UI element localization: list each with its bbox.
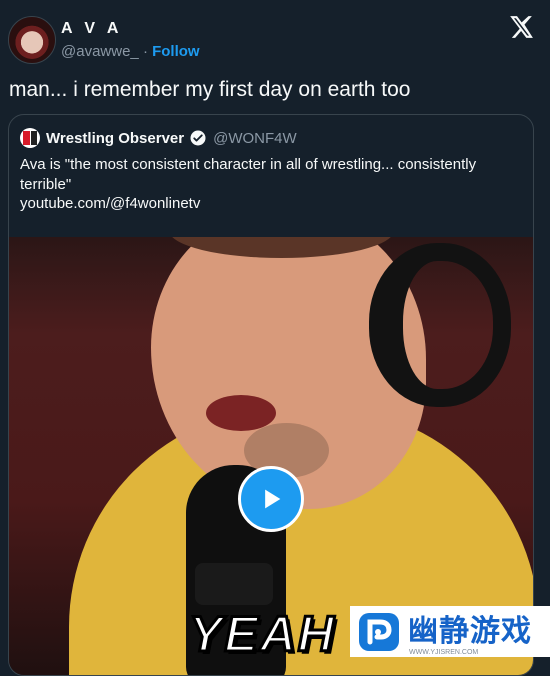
quoted-tweet-card[interactable]: Wrestling Observer @WONF4W Ava is "the m… [8, 114, 534, 676]
quoted-author-handle[interactable]: @WONF4W [213, 130, 297, 147]
author-avatar[interactable] [8, 16, 56, 64]
tweet-header: A V A @avawwe_ · Follow [0, 0, 550, 70]
x-logo-icon[interactable] [508, 14, 534, 40]
play-button[interactable] [238, 466, 304, 532]
author-handle[interactable]: @avawwe_ [61, 43, 139, 60]
author-handle-row: @avawwe_ · Follow [61, 43, 200, 60]
watermark: 幽静游戏 WWW.YJISREN.COM [350, 606, 550, 657]
tweet-text: man... i remember my first day on earth … [9, 78, 411, 101]
separator: · [142, 43, 148, 60]
quoted-tweet-text: Ava is "the most consistent character in… [20, 156, 477, 193]
watermark-text: 幽静游戏 [408, 614, 532, 648]
verified-badge-icon [190, 130, 206, 146]
wrestling-observer-logo-icon [20, 128, 40, 148]
microphone-band [195, 563, 273, 605]
video-caption: YEAH [188, 606, 336, 662]
watermark-url: WWW.YJISREN.COM [409, 649, 479, 656]
follow-button[interactable]: Follow [152, 43, 200, 60]
quoted-tweet-link[interactable]: youtube.com/@f4wonlinetv [20, 195, 200, 212]
watermark-logo-icon [359, 612, 399, 651]
quoted-tweet-header: Wrestling Observer @WONF4W [20, 128, 297, 148]
author-display-name[interactable]: A V A [61, 20, 122, 38]
quoted-author-name[interactable]: Wrestling Observer [46, 130, 184, 147]
play-icon [265, 489, 281, 509]
headphones-shape [369, 243, 511, 407]
